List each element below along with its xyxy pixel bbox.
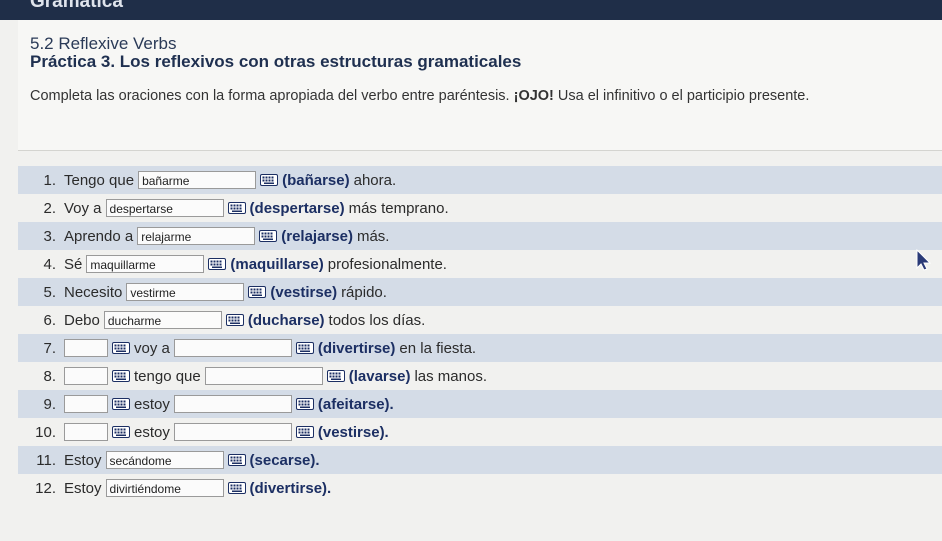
item-number: 5. bbox=[43, 283, 56, 301]
middle-text: estoy bbox=[134, 395, 170, 413]
answer-field[interactable] bbox=[173, 423, 292, 441]
exercise-row: 2. Voy a despertarse (despertarse) más tempr… bbox=[18, 194, 942, 222]
keyboard-icon[interactable] bbox=[295, 398, 314, 410]
exercise-row: 10. estoy (vestirse). bbox=[18, 418, 942, 446]
practice-title: Práctica 3. Los reflexivos con otras est… bbox=[30, 52, 522, 71]
top-bar: Gramática bbox=[0, 0, 942, 20]
app-title: Gramática bbox=[30, 0, 123, 12]
prefix-text: Aprendo a bbox=[64, 227, 134, 245]
instructions-ojo: ¡OJO! bbox=[513, 88, 554, 104]
instructions-main: Completa las oraciones con la forma apro… bbox=[30, 88, 510, 104]
keyboard-icon[interactable] bbox=[112, 398, 130, 410]
exercise-row: 9. estoy (afeitarse). bbox=[18, 390, 942, 418]
keyboard-icon[interactable] bbox=[259, 230, 278, 242]
item-number: 4. bbox=[43, 255, 56, 273]
verb-hint: (vestirse). bbox=[317, 423, 389, 441]
prefix-text: Voy a bbox=[64, 199, 102, 217]
keyboard-icon[interactable] bbox=[227, 482, 246, 494]
keyboard-icon[interactable] bbox=[112, 370, 130, 382]
item-number: 11. bbox=[36, 451, 56, 469]
answer-field[interactable] bbox=[204, 367, 323, 385]
prefix-text: Estoy bbox=[64, 451, 102, 469]
exercise-row: 6. Debo ducharme (ducharse) todos los días. bbox=[18, 306, 942, 334]
exercise-row: 12. Estoy divirtiéndome (divertirse). bbox=[18, 474, 942, 502]
answer-field[interactable] bbox=[64, 423, 108, 441]
exercise-row: 8. tengo que (lavarse) las manos. bbox=[18, 362, 942, 390]
rest-text: profesionalmente. bbox=[327, 255, 447, 273]
answer-field[interactable] bbox=[64, 339, 108, 357]
question-header: 5.2 Reflexive Verbs Práctica 3. Los refl… bbox=[18, 20, 942, 151]
item-number: 8. bbox=[43, 367, 56, 385]
item-number: 10. bbox=[35, 423, 56, 441]
rest-text: todos los días. bbox=[328, 311, 426, 329]
section-title: 5.2 Reflexive Verbs bbox=[30, 34, 177, 53]
exercise-row: 1. Tengo que bañarme (bañarse) ahora. bbox=[18, 166, 942, 194]
item-number: 3. bbox=[43, 227, 56, 245]
keyboard-icon[interactable] bbox=[208, 258, 227, 270]
exercise-row: 7. voy a (divertirse) en la fiesta. bbox=[18, 334, 942, 362]
keyboard-icon[interactable] bbox=[295, 426, 314, 438]
answer-field[interactable]: secándome bbox=[105, 451, 224, 469]
keyboard-icon[interactable] bbox=[225, 314, 244, 326]
answer-field[interactable]: bañarme bbox=[138, 171, 257, 189]
exercise-row: 11. Estoy secándome (secarse). bbox=[18, 446, 942, 474]
prefix-text: Estoy bbox=[64, 479, 102, 497]
rest-text: las manos. bbox=[414, 367, 487, 385]
exercise-row: 3. Aprendo a relajarme (relajarse) más. bbox=[18, 222, 942, 250]
answer-field[interactable]: ducharme bbox=[103, 311, 222, 329]
item-number: 2. bbox=[43, 199, 56, 217]
verb-hint: (lavarse) bbox=[348, 367, 411, 385]
item-number: 9. bbox=[43, 395, 56, 413]
middle-text: voy a bbox=[134, 339, 170, 357]
keyboard-icon[interactable] bbox=[227, 202, 246, 214]
rest-text: más temprano. bbox=[348, 199, 449, 217]
verb-hint: (despertarse) bbox=[249, 199, 345, 217]
answer-field[interactable] bbox=[64, 367, 108, 385]
prefix-text: Debo bbox=[64, 311, 100, 329]
rest-text: rápido. bbox=[341, 283, 387, 301]
prefix-text: Necesito bbox=[64, 283, 123, 301]
answer-field[interactable] bbox=[173, 339, 292, 357]
item-number: 1. bbox=[43, 171, 56, 189]
exercise-row: 5. Necesito vestirme (vestirse) rápido. bbox=[18, 278, 942, 306]
rest-text: ahora. bbox=[353, 171, 397, 189]
keyboard-icon[interactable] bbox=[112, 342, 130, 354]
verb-hint: (divertirse) bbox=[317, 339, 396, 357]
verb-hint: (secarse). bbox=[249, 451, 320, 469]
keyboard-icon[interactable] bbox=[112, 426, 130, 438]
keyboard-icon[interactable] bbox=[248, 286, 267, 298]
item-number: 7. bbox=[43, 339, 56, 357]
prefix-text: Sé bbox=[64, 255, 83, 273]
exercise-list: 1. Tengo que bañarme (bañarse) ahora. 2. Voy a… bbox=[18, 166, 942, 502]
verb-hint: (ducharse) bbox=[247, 311, 325, 329]
item-number: 12. bbox=[35, 479, 56, 497]
instructions-tail: Usa el infinitivo o el participio presen… bbox=[557, 88, 810, 104]
answer-field[interactable]: vestirme bbox=[126, 283, 245, 301]
keyboard-icon[interactable] bbox=[326, 370, 345, 382]
keyboard-icon[interactable] bbox=[260, 174, 279, 186]
answer-field[interactable]: divirtiéndome bbox=[105, 479, 224, 497]
verb-hint: (bañarse) bbox=[282, 171, 350, 189]
answer-field[interactable]: relajarme bbox=[137, 227, 256, 245]
verb-hint: (maquillarse) bbox=[230, 255, 324, 273]
rest-text: más. bbox=[356, 227, 390, 245]
verb-hint: (afeitarse). bbox=[317, 395, 394, 413]
verb-hint: (vestirse) bbox=[270, 283, 338, 301]
rest-text: en la fiesta. bbox=[399, 339, 477, 357]
verb-hint: (relajarse) bbox=[281, 227, 353, 245]
keyboard-icon[interactable] bbox=[227, 454, 246, 466]
mouse-cursor-icon bbox=[916, 249, 932, 271]
verb-hint: (divertirse). bbox=[249, 479, 332, 497]
answer-field[interactable] bbox=[173, 395, 292, 413]
middle-text: tengo que bbox=[134, 367, 201, 385]
item-number: 6. bbox=[43, 311, 56, 329]
answer-field[interactable]: maquillarme bbox=[86, 255, 205, 273]
answer-field[interactable] bbox=[64, 395, 108, 413]
prefix-text: Tengo que bbox=[64, 171, 135, 189]
answer-field[interactable]: despertarse bbox=[105, 199, 224, 217]
exercise-row: 4. Sé maquillarme (maquillarse) profesionalm… bbox=[18, 250, 942, 278]
middle-text: estoy bbox=[134, 423, 170, 441]
keyboard-icon[interactable] bbox=[295, 342, 314, 354]
instructions: Completa las oraciones con la forma apro… bbox=[30, 88, 809, 104]
